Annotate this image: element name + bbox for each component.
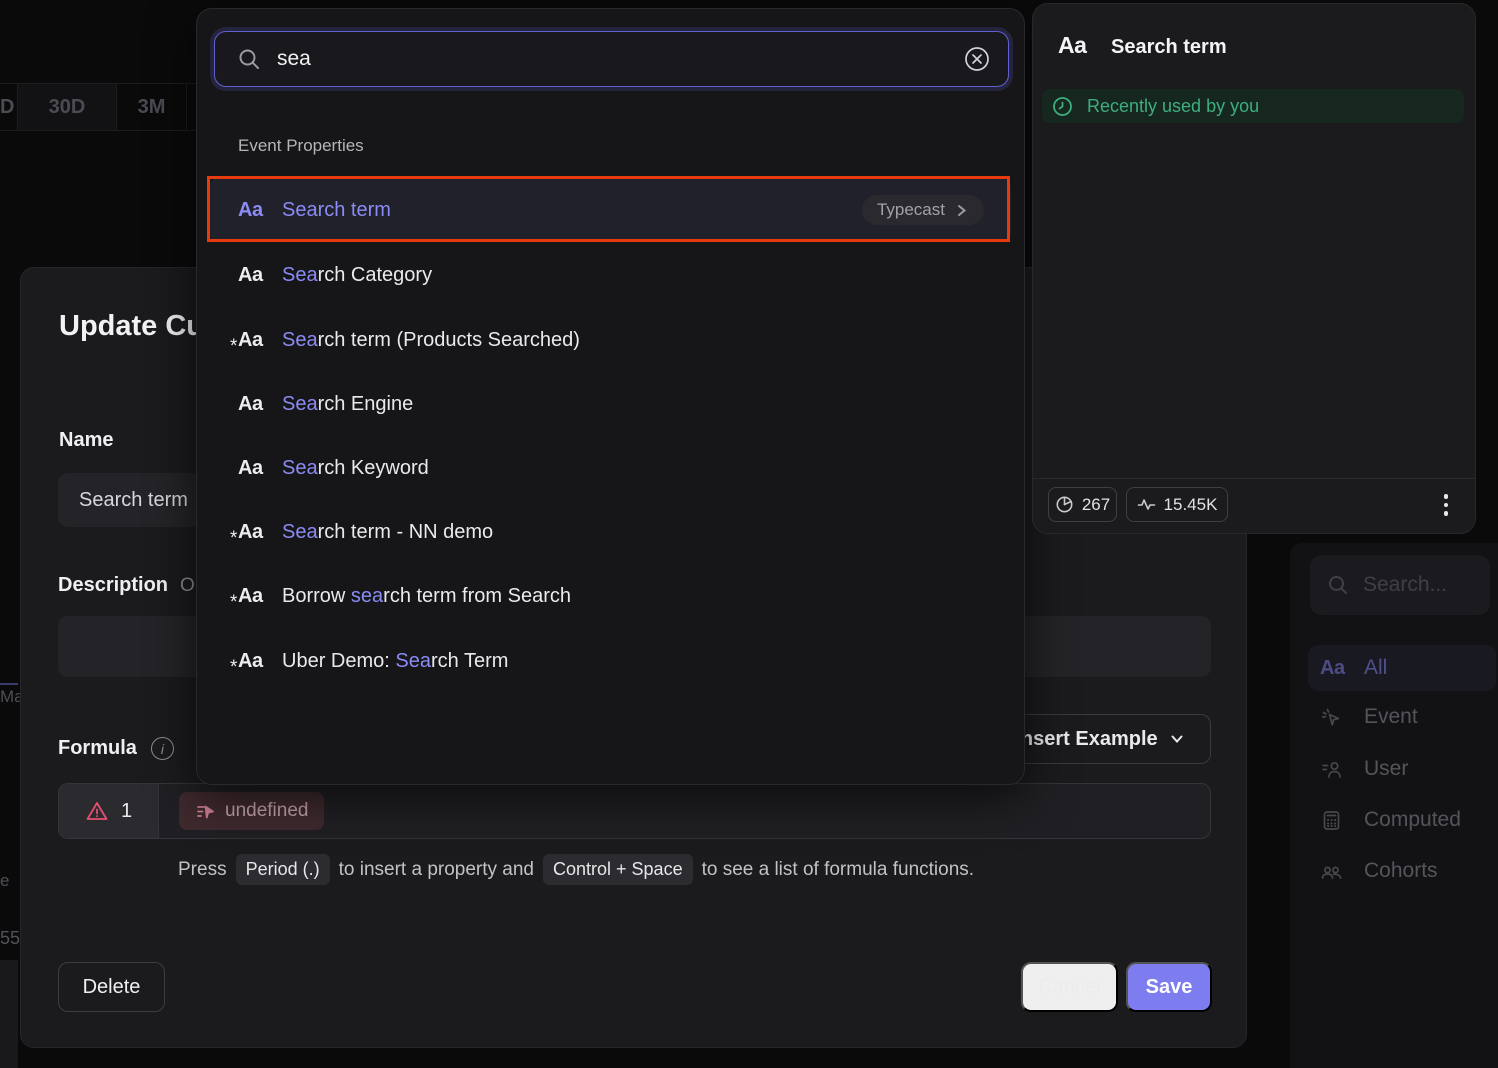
search-icon [236,46,262,72]
result-label: Search term [282,199,391,222]
result-label: Borrow search term from Search [282,585,571,608]
result-search-term[interactable]: Aa Search term Typecast [209,178,1011,242]
app-root: D 30D 3M May e 55 Update Cu Name Search … [0,0,1498,1068]
result-borrow-search-term[interactable]: Aa* Borrow search term from Search [209,564,1011,628]
warning-icon [85,799,109,823]
tab-30d[interactable]: 30D [18,84,117,130]
name-value: Search term [79,489,188,512]
formula-undefined-icon [195,801,216,822]
recently-used-badge: Recently used by you [1042,89,1464,123]
property-search-dropdown: Event Properties Aa Search term Typecast… [196,8,1025,785]
custom-text-property-icon: Aa* [238,650,272,673]
event-volume-pill[interactable]: 15.45K [1126,487,1228,522]
formula-hint: Press Period (.) to insert a property an… [178,854,974,885]
info-icon[interactable]: i [151,737,174,760]
custom-text-property-icon: Aa* [238,585,272,608]
text-property-icon: Aa [238,393,272,416]
text-property-icon: Aa [1320,657,1345,680]
text-property-icon: Aa [238,457,272,480]
cursor-click-icon [1320,706,1343,729]
typecast-badge[interactable]: Typecast [862,195,984,225]
chevron-right-icon [954,203,969,218]
custom-text-property-icon: Aa* [238,329,272,352]
formula-error-badge: 1 [59,784,159,838]
section-header-event-properties: Event Properties [238,136,364,156]
detail-footer-divider [1033,478,1475,479]
formula-undefined-chip[interactable]: undefined [179,792,324,830]
result-label: Search term (Products Searched) [282,329,580,352]
clock-icon [1051,95,1074,118]
detail-title: Search term [1111,36,1227,59]
text-property-icon: Aa [238,199,272,222]
save-button[interactable]: Save [1126,962,1212,1012]
result-search-engine[interactable]: Aa Search Engine [209,372,1011,436]
custom-asterisk: * [230,592,237,614]
custom-asterisk: * [230,657,237,679]
chart-text-fragment: e [0,871,12,891]
clear-search-button[interactable] [963,45,991,73]
property-type-sidebar: Aa All Event User Computed Cohorts [1290,543,1498,1068]
chevron-down-icon [1169,731,1185,747]
result-label: Uber Demo: Search Term [282,650,508,673]
custom-asterisk: * [230,336,237,358]
pie-chart-icon [1055,495,1074,514]
sidebar-item-all[interactable]: Aa All [1308,645,1496,691]
search-icon [1326,573,1350,597]
clear-circle-icon [963,45,991,73]
keyboard-shortcut-ctrl-space: Control + Space [543,854,693,885]
result-label: Search Category [282,264,432,287]
custom-text-property-icon: Aa* [238,521,272,544]
modal-title: Update Cu [59,310,204,343]
result-search-term-products-searched[interactable]: Aa* Search term (Products Searched) [209,308,1011,372]
activity-icon [1137,495,1156,514]
kebab-menu-icon[interactable] [1431,489,1461,521]
background-panel-fragment [0,960,18,1068]
sidebar-item-user[interactable]: User [1308,746,1496,792]
formula-label-row: Formula i [58,737,174,760]
result-uber-demo-search-term[interactable]: Aa* Uber Demo: Search Term [209,629,1011,693]
keyboard-shortcut-period: Period (.) [236,854,330,885]
sidebar-item-cohorts[interactable]: Cohorts [1308,848,1496,894]
formula-input[interactable]: 1 undefined [58,783,1211,839]
formula-label: Formula [58,737,137,760]
search-input[interactable] [277,47,963,71]
sidebar-item-computed[interactable]: Computed [1308,797,1496,843]
distinct-values-pill[interactable]: 267 [1048,487,1117,522]
tab-3m[interactable]: 3M [117,84,187,130]
search-bar[interactable] [214,31,1009,87]
sidebar-item-event[interactable]: Event [1308,694,1496,740]
tab-fragment[interactable]: D [0,84,18,130]
delete-button[interactable]: Delete [58,962,165,1012]
result-search-keyword[interactable]: Aa Search Keyword [209,436,1011,500]
text-property-icon: Aa [238,264,272,287]
cancel-button[interactable]: Cancel [1021,962,1118,1012]
result-label: Search term - NN demo [282,521,493,544]
sidebar-search-field[interactable] [1363,573,1463,597]
result-label: Search Keyword [282,457,429,480]
text-property-icon: Aa [1058,32,1086,59]
chart-line-fragment [0,683,18,685]
cohorts-icon [1320,860,1343,883]
property-detail-panel: Aa Search term Recently used by you 267 … [1032,3,1476,534]
result-label: Search Engine [282,393,413,416]
date-range-tabs: D 30D 3M [0,83,196,131]
name-label: Name [59,429,113,452]
sidebar-search-input[interactable] [1310,555,1490,615]
result-search-category[interactable]: Aa Search Category [209,243,1011,307]
calculator-icon [1320,809,1343,832]
error-count: 1 [121,800,132,823]
user-icon [1320,758,1343,781]
custom-asterisk: * [230,528,237,550]
result-search-term-nn-demo[interactable]: Aa* Search term - NN demo [209,500,1011,564]
